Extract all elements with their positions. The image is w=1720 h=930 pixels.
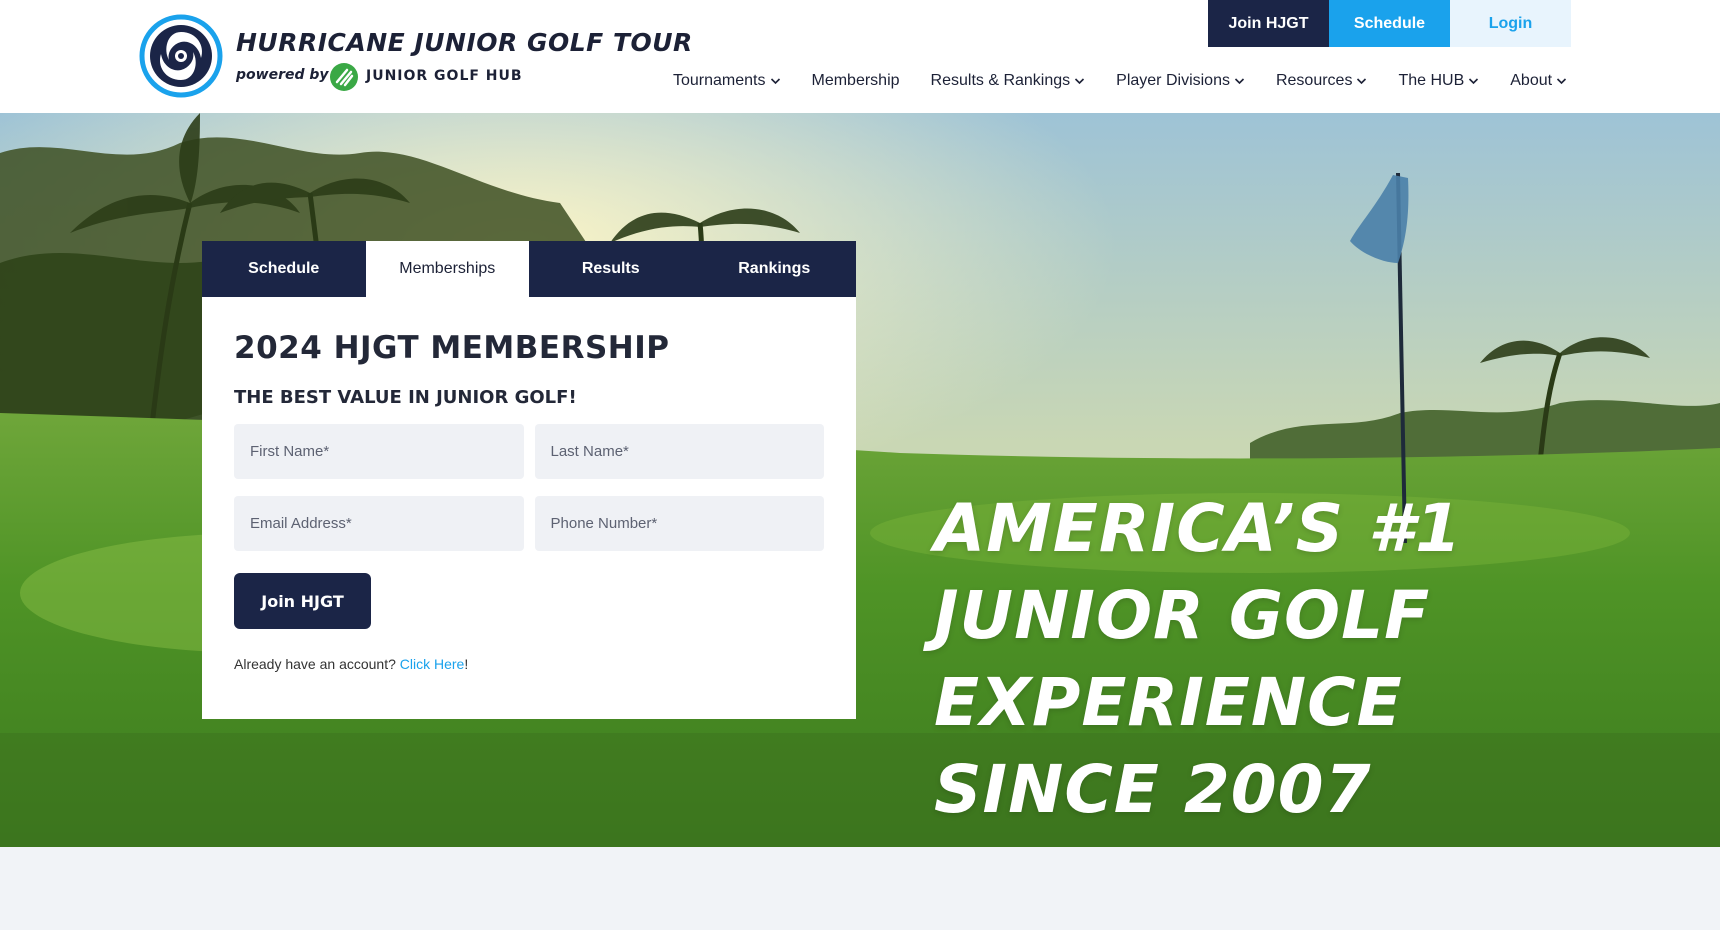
join-hjgt-button[interactable]: Join HJGT <box>1208 0 1329 47</box>
nav-item-label: Membership <box>811 72 900 89</box>
schedule-button[interactable]: Schedule <box>1329 0 1450 47</box>
chevron-down-icon <box>1556 78 1567 85</box>
hurricane-logo-icon[interactable] <box>139 14 223 98</box>
junior-golf-hub-logo-icon <box>330 63 358 91</box>
hub-name: JUNIOR GOLF HUB <box>366 68 523 84</box>
tab-memberships[interactable]: Memberships <box>365 241 529 297</box>
account-prompt: Already have an account? Click Here! <box>234 656 824 672</box>
first-name-field[interactable] <box>234 424 524 479</box>
hero-headline-line: EXPERIENCE <box>934 664 1403 741</box>
phone-field[interactable] <box>534 496 824 551</box>
chevron-down-icon <box>770 78 780 85</box>
join-hjgt-submit-button[interactable]: Join HJGT <box>234 573 371 629</box>
account-prompt-text: Already have an account? <box>234 656 396 672</box>
name-row <box>234 424 824 479</box>
membership-title: 2024 HJGT MEMBERSHIP <box>234 330 670 366</box>
login-link[interactable]: Click Here <box>400 656 465 672</box>
site-header: HURRICANE JUNIOR GOLF TOUR powered by JU… <box>0 0 1720 113</box>
last-name-field[interactable] <box>534 424 824 479</box>
card-tabs: Schedule Memberships Results Rankings <box>202 241 856 297</box>
card-body: 2024 HJGT MEMBERSHIP THE BEST VALUE IN J… <box>202 297 856 672</box>
hero-headline-line: JUNIOR GOLF <box>934 577 1431 654</box>
nav-item-the-hub[interactable]: The HUB <box>1398 72 1479 90</box>
nav-item-label: Tournaments <box>673 72 766 89</box>
nav-item-label: Player Divisions <box>1116 72 1230 89</box>
nav-item-results-rankings[interactable]: Results & Rankings <box>931 72 1086 90</box>
main-nav: Tournaments Membership Results & Ranking… <box>673 72 1567 90</box>
hero-headline-line: SINCE 2007 <box>934 751 1372 828</box>
powered-by-label: powered by <box>236 67 329 83</box>
nav-item-player-divisions[interactable]: Player Divisions <box>1116 72 1245 90</box>
page-footer-area <box>0 847 1720 930</box>
membership-subtitle: THE BEST VALUE IN JUNIOR GOLF! <box>234 387 577 408</box>
brand-title[interactable]: HURRICANE JUNIOR GOLF TOUR <box>236 28 693 57</box>
login-button[interactable]: Login <box>1450 0 1571 47</box>
nav-item-about[interactable]: About <box>1510 72 1567 90</box>
email-field[interactable] <box>234 496 524 551</box>
hero-headline-line: AMERICA’S #1 <box>934 490 1463 567</box>
nav-item-tournaments[interactable]: Tournaments <box>673 72 781 90</box>
chevron-down-icon <box>1075 78 1085 85</box>
chevron-down-icon <box>1234 78 1245 85</box>
chevron-down-icon <box>1357 78 1367 85</box>
tab-results[interactable]: Results <box>529 241 693 297</box>
nav-item-membership[interactable]: Membership <box>812 72 900 90</box>
nav-item-label: Results & Rankings <box>930 72 1071 89</box>
membership-card: Schedule Memberships Results Rankings 20… <box>202 241 856 719</box>
nav-item-resources[interactable]: Resources <box>1276 72 1367 90</box>
tab-rankings[interactable]: Rankings <box>692 241 856 297</box>
hero-headline: AMERICA’S #1 JUNIOR GOLF EXPERIENCE SINC… <box>934 485 1462 833</box>
nav-item-label: The HUB <box>1398 72 1465 89</box>
nav-item-label: About <box>1510 72 1553 89</box>
account-prompt-suffix: ! <box>464 656 469 672</box>
nav-item-label: Resources <box>1275 72 1353 89</box>
contact-row <box>234 496 824 551</box>
tab-schedule[interactable]: Schedule <box>202 241 366 297</box>
top-actions: Join HJGT Schedule Login <box>1208 0 1571 47</box>
chevron-down-icon <box>1469 78 1479 85</box>
